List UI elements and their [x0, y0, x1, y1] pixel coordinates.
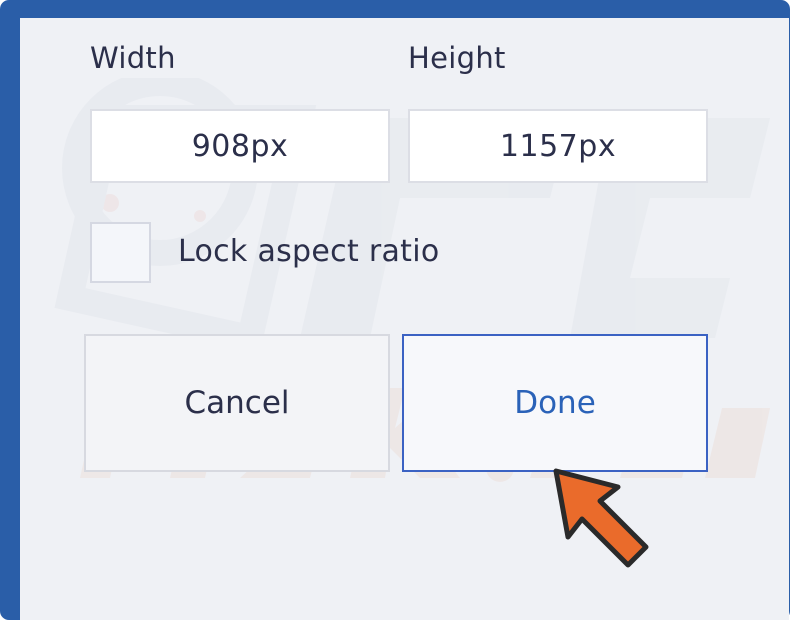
done-button[interactable]: Done [402, 334, 708, 472]
screenshot-frame: Width Height 908px 1157px Lock aspect ra… [0, 0, 790, 620]
width-input[interactable]: 908px [90, 109, 390, 183]
height-label: Height [408, 41, 506, 75]
arrow-pointer-icon [553, 468, 649, 568]
done-button-label: Done [514, 385, 596, 421]
height-input[interactable]: 1157px [408, 109, 708, 183]
cancel-button[interactable]: Cancel [84, 334, 390, 472]
cancel-button-label: Cancel [184, 385, 290, 421]
lock-aspect-ratio-checkbox[interactable] [90, 222, 151, 283]
resize-dialog: Width Height 908px 1157px Lock aspect ra… [20, 18, 789, 620]
width-label: Width [90, 41, 176, 75]
lock-aspect-ratio-label[interactable]: Lock aspect ratio [178, 234, 440, 269]
